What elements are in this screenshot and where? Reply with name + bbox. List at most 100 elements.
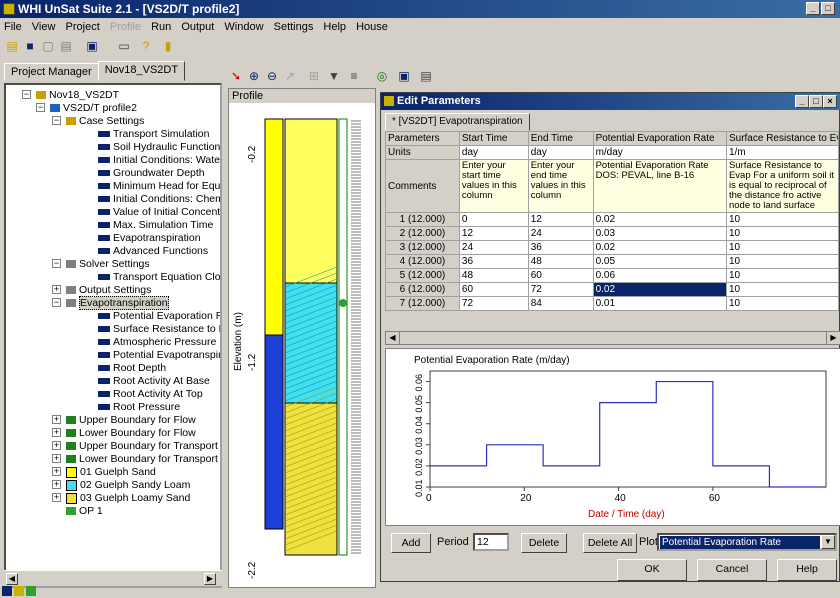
table-cell[interactable]: 72 (527, 282, 594, 297)
status-icon-2[interactable] (14, 586, 24, 596)
tree-node[interactable]: Transport Equation Closure (98, 271, 220, 283)
tree-node[interactable]: − Nov18_VS2DT (22, 89, 119, 101)
menu-project[interactable]: Project (66, 21, 100, 33)
help-bulb-icon[interactable]: ? (138, 38, 154, 54)
minimize-button[interactable]: _ (806, 2, 820, 15)
table-cell[interactable]: 10 (725, 212, 840, 227)
save-icon[interactable]: ■ (22, 38, 38, 54)
header-start-time[interactable]: Start Time (458, 131, 529, 146)
tree-node[interactable]: Advanced Functions (98, 245, 208, 257)
tab-project-manager[interactable]: Project Manager (4, 63, 99, 81)
collapse-icon[interactable]: − (52, 259, 61, 268)
grid-horizontal-scrollbar[interactable]: ◀ ▶ (385, 331, 840, 345)
collapse-icon[interactable]: − (22, 90, 31, 99)
table-row[interactable]: 1 (12.000) 0 12 0.02 10 (385, 212, 840, 227)
edit-close-button[interactable]: × (823, 95, 837, 108)
delete-icon[interactable]: ▼ (326, 68, 342, 84)
table-row[interactable]: 3 (12.000) 24 36 0.02 10 (385, 240, 840, 255)
tree-node[interactable]: OP 1 (66, 505, 103, 517)
tree-horizontal-scrollbar[interactable]: ◀ ▶ (4, 570, 222, 586)
help-button[interactable]: Help (777, 559, 837, 581)
menu-file[interactable]: File (4, 21, 22, 33)
tree-node[interactable]: Root Activity At Top (98, 388, 203, 400)
tree-node[interactable]: Initial Conditions: Water (98, 154, 220, 166)
layer-guelph-sand[interactable] (284, 118, 338, 284)
table-cell[interactable]: 0.01 (592, 296, 727, 311)
scroll-right-icon[interactable]: ▶ (204, 573, 216, 585)
table-row[interactable]: 5 (12.000) 48 60 0.06 10 (385, 268, 840, 283)
scroll-left-icon[interactable]: ◀ (6, 573, 18, 585)
tree-node[interactable]: + Upper Boundary for Transport (52, 440, 218, 452)
period-input[interactable] (473, 533, 509, 551)
plot-select[interactable]: Potential Evaporation Rate ▼ (657, 533, 837, 551)
tab-evapotranspiration[interactable]: * [VS2DT] Evapotranspiration (385, 113, 530, 131)
table-cell[interactable]: 0.03 (592, 226, 727, 241)
menu-house[interactable]: House (356, 21, 388, 33)
observation-point-icon[interactable] (339, 299, 347, 307)
expand-icon[interactable]: + (52, 467, 61, 476)
table-row[interactable]: 6 (12.000) 60 72 0.02 10 (385, 282, 840, 297)
collapse-icon[interactable]: − (52, 298, 61, 307)
tree-node[interactable]: Atmospheric Pressure Poter (98, 336, 220, 348)
table-cell[interactable]: 10 (725, 226, 840, 241)
tree-node[interactable]: Value of Initial Concentratio (98, 206, 220, 218)
collapse-icon[interactable]: − (52, 116, 61, 125)
zoom-in-icon[interactable]: ⊕ (246, 68, 262, 84)
ok-button[interactable]: OK (617, 559, 687, 581)
table-cell[interactable]: 0.02 (592, 240, 727, 255)
table-cell[interactable]: 10 (725, 296, 840, 311)
delete-all-button[interactable]: Delete All (583, 533, 637, 553)
tree-node[interactable]: + Lower Boundary for Flow (52, 427, 196, 439)
menu-run[interactable]: Run (151, 21, 171, 33)
grid-scroll-left-icon[interactable]: ◀ (386, 332, 400, 344)
table-cell[interactable]: 0.06 (592, 268, 727, 283)
header-surface-resistance[interactable]: Surface Resistance to Evap (725, 131, 840, 146)
tree-node[interactable]: Evapotranspiration (98, 232, 201, 244)
edit-restore-button[interactable]: □ (809, 95, 823, 108)
print-preview-icon[interactable]: ▤ (418, 68, 434, 84)
cancel-button[interactable]: Cancel (697, 559, 767, 581)
tree-node[interactable]: Transport Simulation (98, 128, 209, 140)
table-cell[interactable]: 84 (527, 296, 594, 311)
expand-icon[interactable]: + (52, 415, 61, 424)
table-cell[interactable]: 36 (527, 240, 594, 255)
tree-node[interactable]: Root Activity At Base (98, 375, 210, 387)
table-cell[interactable]: 24 (458, 240, 529, 255)
tab-nov18[interactable]: Nov18_VS2DT (97, 61, 186, 81)
menu-output[interactable]: Output (181, 21, 214, 33)
tree-node[interactable]: + Lower Boundary for Transport (52, 453, 218, 465)
expand-icon[interactable]: + (52, 285, 61, 294)
restore-button[interactable]: □ (821, 2, 835, 15)
table-cell[interactable]: 60 (458, 282, 529, 297)
menu-view[interactable]: View (32, 21, 56, 33)
tree-node[interactable]: +03 Guelph Loamy Sand (52, 492, 190, 504)
tree-node[interactable]: Root Depth (98, 362, 166, 374)
table-cell[interactable]: 12 (458, 226, 529, 241)
globe-icon[interactable]: ◎ (374, 68, 390, 84)
menu-help[interactable]: Help (323, 21, 346, 33)
table-cell[interactable]: 0.02 (592, 282, 727, 297)
edit-minimize-button[interactable]: _ (795, 95, 809, 108)
tree-node[interactable]: − Solver Settings (52, 258, 150, 270)
table-cell[interactable]: 60 (527, 268, 594, 283)
table-cell[interactable]: 0 (458, 212, 529, 227)
table-cell[interactable]: 10 (725, 254, 840, 269)
status-icon-3[interactable] (26, 586, 36, 596)
table-cell[interactable]: 10 (725, 240, 840, 255)
delete-button[interactable]: Delete (521, 533, 567, 553)
expand-icon[interactable]: + (52, 454, 61, 463)
pointer-icon[interactable]: ➘ (228, 68, 244, 84)
table-cell[interactable]: 10 (725, 268, 840, 283)
expand-icon[interactable]: + (52, 428, 61, 437)
tree-node[interactable]: − VS2D/T profile2 (36, 102, 137, 114)
tree-node[interactable]: Max. Simulation Time (98, 219, 213, 231)
layers-icon[interactable]: ≡ (346, 68, 362, 84)
header-parameters[interactable]: Parameters (385, 131, 460, 146)
expand-icon[interactable]: + (52, 493, 61, 502)
tree-node[interactable]: Potential Evapotranspiration (98, 349, 220, 361)
header-end-time[interactable]: End Time (527, 131, 594, 146)
header-potential-evap[interactable]: Potential Evaporation Rate (592, 131, 727, 146)
table-cell[interactable]: 0.05 (592, 254, 727, 269)
tree-node[interactable]: + Upper Boundary for Flow (52, 414, 196, 426)
tree-node[interactable]: − Evapotranspiration (52, 296, 169, 310)
